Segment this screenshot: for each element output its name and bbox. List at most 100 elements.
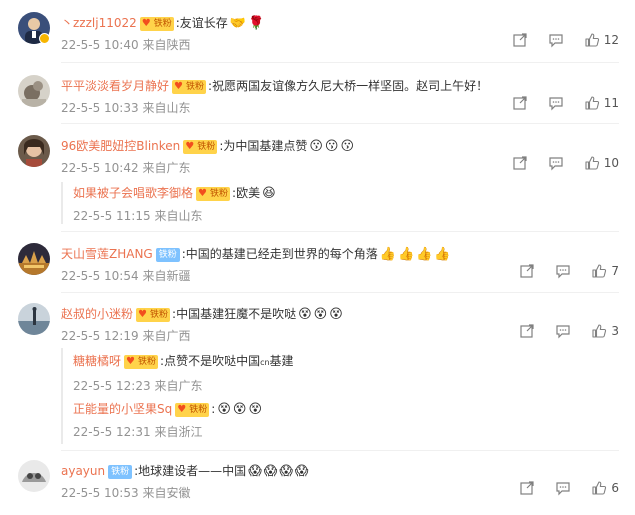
share-icon <box>513 96 527 110</box>
comment-text: :友谊长存 <box>175 16 228 30</box>
fan-badge[interactable]: 铁粉 <box>108 464 133 479</box>
fan-badge[interactable]: 铁粉 <box>139 16 174 31</box>
comment-icon <box>549 34 563 48</box>
thumbs-up-emoji-icon: 👍 <box>397 246 415 262</box>
comment-time: 22-5-5 10:33 <box>61 101 139 115</box>
thumbs-up-icon <box>592 264 607 278</box>
avatar[interactable] <box>18 303 50 335</box>
avatar[interactable] <box>18 243 50 275</box>
comment-location: 来自广东 <box>142 161 191 175</box>
avatar[interactable] <box>18 135 50 167</box>
comment-time: 22-5-5 10:53 <box>61 486 139 500</box>
share-button[interactable] <box>512 32 528 48</box>
thumbs-up-emoji-icon: 👍 <box>434 246 451 262</box>
reply-item: 如果被子会唱歌李御格铁粉:欧美😆 22-5-5 11:15 来自山东 <box>73 184 276 224</box>
handshake-emoji-icon: 🤝 <box>229 15 246 31</box>
reply-button[interactable] <box>555 323 571 339</box>
comment-location: 来自安徽 <box>142 486 191 500</box>
reply-location: 来自山东 <box>154 209 203 223</box>
like-button[interactable]: 10 <box>584 155 619 171</box>
reply-button[interactable] <box>555 480 571 496</box>
dizzy-face-emoji-icon: 😵 <box>217 401 231 417</box>
dizzy-face-emoji-icon: 😵 <box>298 306 312 322</box>
kiss-emoji-icon: 😗 <box>324 138 339 154</box>
share-icon <box>513 33 527 47</box>
comment-text: :为中国基建点赞 <box>219 139 308 153</box>
share-icon <box>520 264 534 278</box>
reply-button[interactable] <box>548 95 564 111</box>
fan-badge[interactable]: 铁粉 <box>155 247 180 262</box>
comment-location: 来自广西 <box>142 329 191 343</box>
thumbs-up-icon <box>585 33 599 47</box>
reply-button[interactable] <box>548 32 564 48</box>
reply-button[interactable] <box>555 263 571 279</box>
share-button[interactable] <box>519 323 535 339</box>
laugh-emoji-icon: 😆 <box>262 185 276 201</box>
like-count: 12 <box>603 33 619 47</box>
share-icon <box>520 324 534 338</box>
comment-time: 22-5-5 10:40 <box>61 38 139 52</box>
thumbs-up-icon <box>585 156 599 170</box>
like-count: 10 <box>603 156 619 170</box>
comment-icon <box>556 325 570 339</box>
reply-time: 22-5-5 12:23 <box>73 379 151 393</box>
reply-location: 来自浙江 <box>154 425 203 439</box>
username-link[interactable]: 平平淡淡看岁月静好 <box>61 79 169 93</box>
comment-location: 来自新疆 <box>142 269 191 283</box>
like-button[interactable]: 12 <box>584 32 619 48</box>
username-link[interactable]: 96欧美肥妞控Blinken <box>61 139 180 153</box>
like-button[interactable]: 7 <box>591 263 619 279</box>
share-button[interactable] <box>512 155 528 171</box>
divider <box>61 62 619 63</box>
username-link[interactable]: 天山雪莲ZHANG <box>61 247 153 261</box>
shocked-emoji-icon: 😱 <box>263 463 278 479</box>
comment-icon <box>556 482 570 496</box>
comment-location: 来自山东 <box>142 101 191 115</box>
like-count: 7 <box>611 264 619 278</box>
share-icon <box>513 156 527 170</box>
comment-text: :中国的基建已经走到世界的每个角落 <box>181 247 378 261</box>
reply-username-link[interactable]: 糖糖橘呀 <box>73 354 121 368</box>
shocked-emoji-icon: 😱 <box>294 463 309 479</box>
reply-username-link[interactable]: 正能量的小坚果Sq <box>73 402 172 416</box>
username-link[interactable]: ayayun <box>61 464 105 478</box>
like-button[interactable]: 3 <box>591 323 619 339</box>
rose-emoji-icon: 🌹 <box>248 15 265 31</box>
like-button[interactable]: 6 <box>591 480 619 496</box>
comment-time: 22-5-5 10:42 <box>61 161 139 175</box>
like-count: 11 <box>603 96 619 110</box>
thumbs-up-icon <box>585 96 599 110</box>
thumbs-up-icon <box>592 481 607 495</box>
fan-badge[interactable]: 铁粉 <box>172 79 207 94</box>
reply-text: :欧美 <box>232 186 261 200</box>
share-button[interactable] <box>512 95 528 111</box>
reply-location: 来自广东 <box>154 379 203 393</box>
reply-button[interactable] <box>548 155 564 171</box>
fan-badge[interactable]: 铁粉 <box>175 402 210 417</box>
share-button[interactable] <box>519 480 535 496</box>
comment-text: :中国基建狂魔不是吹哒 <box>172 307 297 321</box>
share-button[interactable] <box>519 263 535 279</box>
reply-time: 22-5-5 12:31 <box>73 425 151 439</box>
reply-time: 22-5-5 11:15 <box>73 209 151 223</box>
fan-badge[interactable]: 铁粉 <box>196 186 231 201</box>
comment-icon <box>556 265 570 279</box>
fan-badge[interactable]: 铁粉 <box>124 354 159 369</box>
comment-icon <box>549 97 563 111</box>
like-button[interactable]: 11 <box>584 95 619 111</box>
fan-badge[interactable]: 铁粉 <box>136 307 171 322</box>
fan-badge[interactable]: 铁粉 <box>183 139 218 154</box>
reply-item: 糖糖橘呀铁粉:点赞不是吹哒中国cn基建 22-5-5 12:23 来自广东 <box>73 352 294 394</box>
avatar[interactable] <box>18 460 50 492</box>
reply-username-link[interactable]: 如果被子会唱歌李御格 <box>73 186 193 200</box>
like-count: 6 <box>611 481 619 495</box>
comment-location: 来自陕西 <box>142 38 191 52</box>
reply-item: 正能量的小坚果Sq铁粉:😵😵😵 22-5-5 12:31 来自浙江 <box>73 400 262 440</box>
username-link[interactable]: 赵叔的小迷粉 <box>61 307 133 321</box>
thumbs-up-icon <box>592 324 607 338</box>
like-count: 3 <box>611 324 619 338</box>
comment-time: 22-5-5 10:54 <box>61 269 139 283</box>
username-link[interactable]: 丶zzzlj11022 <box>61 16 137 30</box>
avatar[interactable] <box>18 75 50 107</box>
cn-tag: cn <box>260 358 270 367</box>
